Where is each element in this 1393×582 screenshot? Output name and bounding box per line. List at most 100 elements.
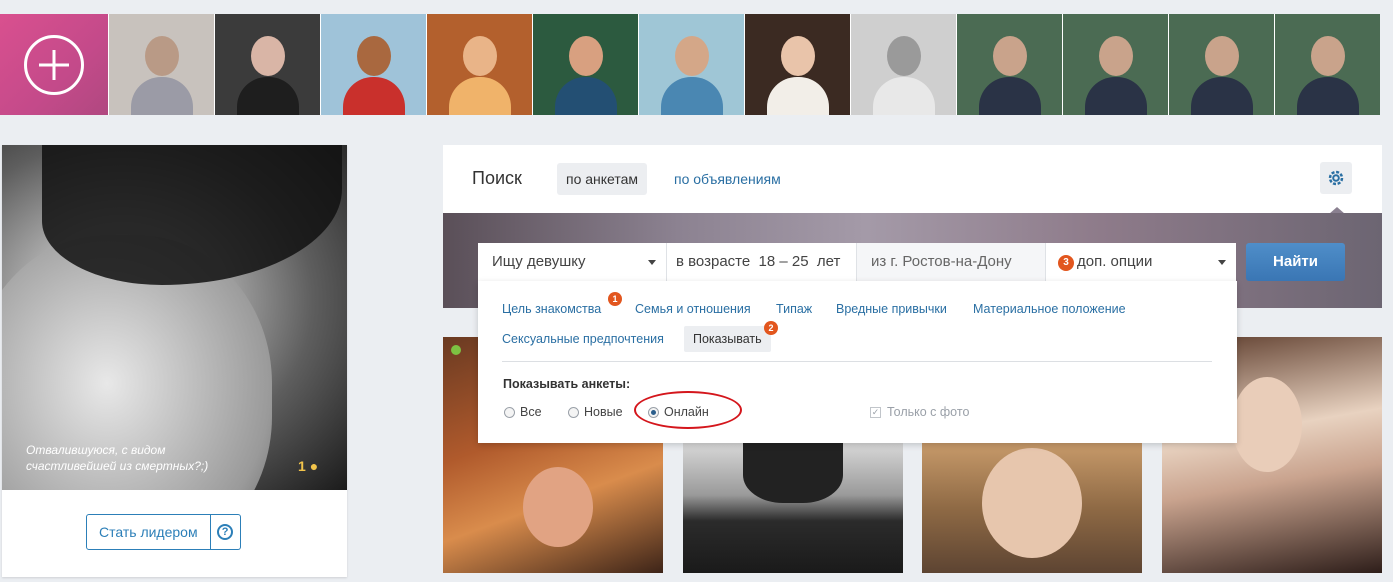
more-options-select[interactable]: 3 доп. опции	[1046, 243, 1236, 281]
coin-count-value: 1	[298, 458, 306, 474]
category-badge: 2	[764, 321, 778, 335]
city-value: из г. Ростов-на-Дону	[871, 253, 1012, 270]
strip-thumb[interactable]	[214, 14, 320, 115]
photo-strip	[0, 14, 1393, 115]
thumb-body	[978, 77, 1041, 115]
thumb-head	[674, 36, 709, 77]
category-label: Цель знакомства	[502, 302, 602, 316]
photo-face	[1232, 377, 1302, 472]
thumb-body	[448, 77, 511, 115]
category-label: Показывать	[693, 332, 762, 346]
strip-thumb[interactable]	[638, 14, 744, 115]
looking-for-value: Ищу девушку	[492, 253, 586, 270]
become-leader-button[interactable]: Стать лидером	[86, 514, 211, 550]
more-options-label: доп. опции	[1077, 253, 1153, 270]
only-photo-checkbox[interactable]: ✓ Только с фото	[870, 405, 969, 419]
category-family[interactable]: Семья и отношения	[635, 302, 751, 316]
thumb-body	[1296, 77, 1359, 115]
thumb-head	[144, 36, 179, 77]
category-show[interactable]: Показывать 2	[684, 321, 778, 352]
thumb-body	[660, 77, 723, 115]
age-range-field[interactable]: в возрасте 18 – 25 лет	[667, 243, 857, 281]
leader-card: Отвалившуюся, с видом счастливейшей из с…	[2, 145, 347, 577]
photo-face	[523, 467, 593, 547]
show-profiles-label: Показывать анкеты:	[503, 377, 631, 391]
thumb-body	[1190, 77, 1253, 115]
coin-count: 1 ●	[298, 458, 318, 474]
thumb-body	[1084, 77, 1147, 115]
tab-ads[interactable]: по объявлениям	[674, 171, 781, 187]
online-indicator-icon	[451, 345, 461, 355]
category-goal[interactable]: Цель знакомства 1	[502, 292, 622, 316]
thumb-head	[780, 36, 815, 77]
search-header: Поиск по анкетам по объявлениям	[443, 145, 1382, 213]
photo-face	[743, 443, 843, 503]
tab-profiles[interactable]: по анкетам	[557, 163, 648, 195]
age-range-value: в возрасте 18 – 25 лет	[676, 253, 841, 270]
help-icon: ?	[217, 524, 234, 540]
category-finances[interactable]: Материальное положение	[973, 302, 1126, 316]
chevron-down-icon	[1218, 260, 1226, 265]
highlight-ellipse	[634, 391, 742, 429]
find-button[interactable]: Найти	[1246, 243, 1345, 281]
strip-thumb[interactable]	[1062, 14, 1168, 115]
help-button[interactable]: ?	[210, 514, 241, 550]
thumb-head	[1204, 36, 1239, 77]
strip-thumb[interactable]	[426, 14, 532, 115]
thumb-body	[342, 77, 405, 115]
thumb-head	[1098, 36, 1133, 77]
radio-new-label: Новые	[584, 405, 623, 419]
category-sexual[interactable]: Сексуальные предпочтения	[502, 332, 664, 346]
thumb-head	[1310, 36, 1345, 77]
strip-thumb[interactable]	[1274, 14, 1380, 115]
strip-thumb[interactable]	[744, 14, 850, 115]
radio-icon	[568, 406, 579, 418]
strip-thumb[interactable]	[108, 14, 214, 115]
thumb-body	[872, 77, 935, 115]
strip-thumb[interactable]	[320, 14, 426, 115]
thumb-head	[356, 36, 391, 77]
chevron-down-icon	[648, 260, 656, 265]
category-habits[interactable]: Вредные привычки	[836, 302, 947, 316]
result-photo[interactable]	[922, 443, 1142, 573]
leader-photo[interactable]: Отвалившуюся, с видом счастливейшей из с…	[2, 145, 347, 490]
category-badge: 1	[608, 292, 622, 306]
settings-button[interactable]	[1320, 162, 1352, 194]
strip-thumb[interactable]	[1168, 14, 1274, 115]
result-photo[interactable]	[683, 443, 903, 573]
search-fields: Ищу девушку в возрасте 18 – 25 лет из г.…	[478, 243, 1236, 281]
thumb-head	[250, 36, 285, 77]
strip-thumb[interactable]	[850, 14, 956, 115]
radio-all-label: Все	[520, 405, 542, 419]
radio-new[interactable]: Новые	[568, 405, 623, 419]
options-dropdown: Цель знакомства 1 Семья и отношения Типаж…	[478, 281, 1237, 443]
radio-icon	[504, 406, 515, 418]
check-icon: ✓	[870, 406, 881, 418]
thumb-head	[886, 36, 921, 77]
leader-caption: Отвалившуюся, с видом счастливейшей из с…	[26, 443, 209, 473]
thumb-body	[236, 77, 299, 115]
looking-for-select[interactable]: Ищу девушку	[478, 243, 667, 281]
plus-icon	[24, 34, 84, 95]
leader-actions: Стать лидером ?	[86, 514, 241, 550]
category-type[interactable]: Типаж	[776, 302, 812, 316]
photo-hair	[42, 145, 342, 285]
gear-icon	[1328, 170, 1344, 186]
thumb-body	[554, 77, 617, 115]
add-photo-button[interactable]	[0, 14, 108, 115]
thumb-head	[568, 36, 603, 77]
coin-icon: ●	[309, 458, 319, 474]
photo-face	[982, 448, 1082, 558]
options-count-badge: 3	[1058, 255, 1074, 271]
city-field[interactable]: из г. Ростов-на-Дону	[857, 243, 1046, 281]
divider	[502, 361, 1212, 362]
radio-all[interactable]: Все	[504, 405, 542, 419]
strip-thumb[interactable]	[532, 14, 638, 115]
strip-thumb[interactable]	[956, 14, 1062, 115]
thumb-head	[462, 36, 497, 77]
search-title: Поиск	[472, 168, 522, 188]
thumb-body	[130, 77, 193, 115]
thumb-head	[992, 36, 1027, 77]
thumb-body	[766, 77, 829, 115]
only-photo-label: Только с фото	[887, 405, 970, 419]
